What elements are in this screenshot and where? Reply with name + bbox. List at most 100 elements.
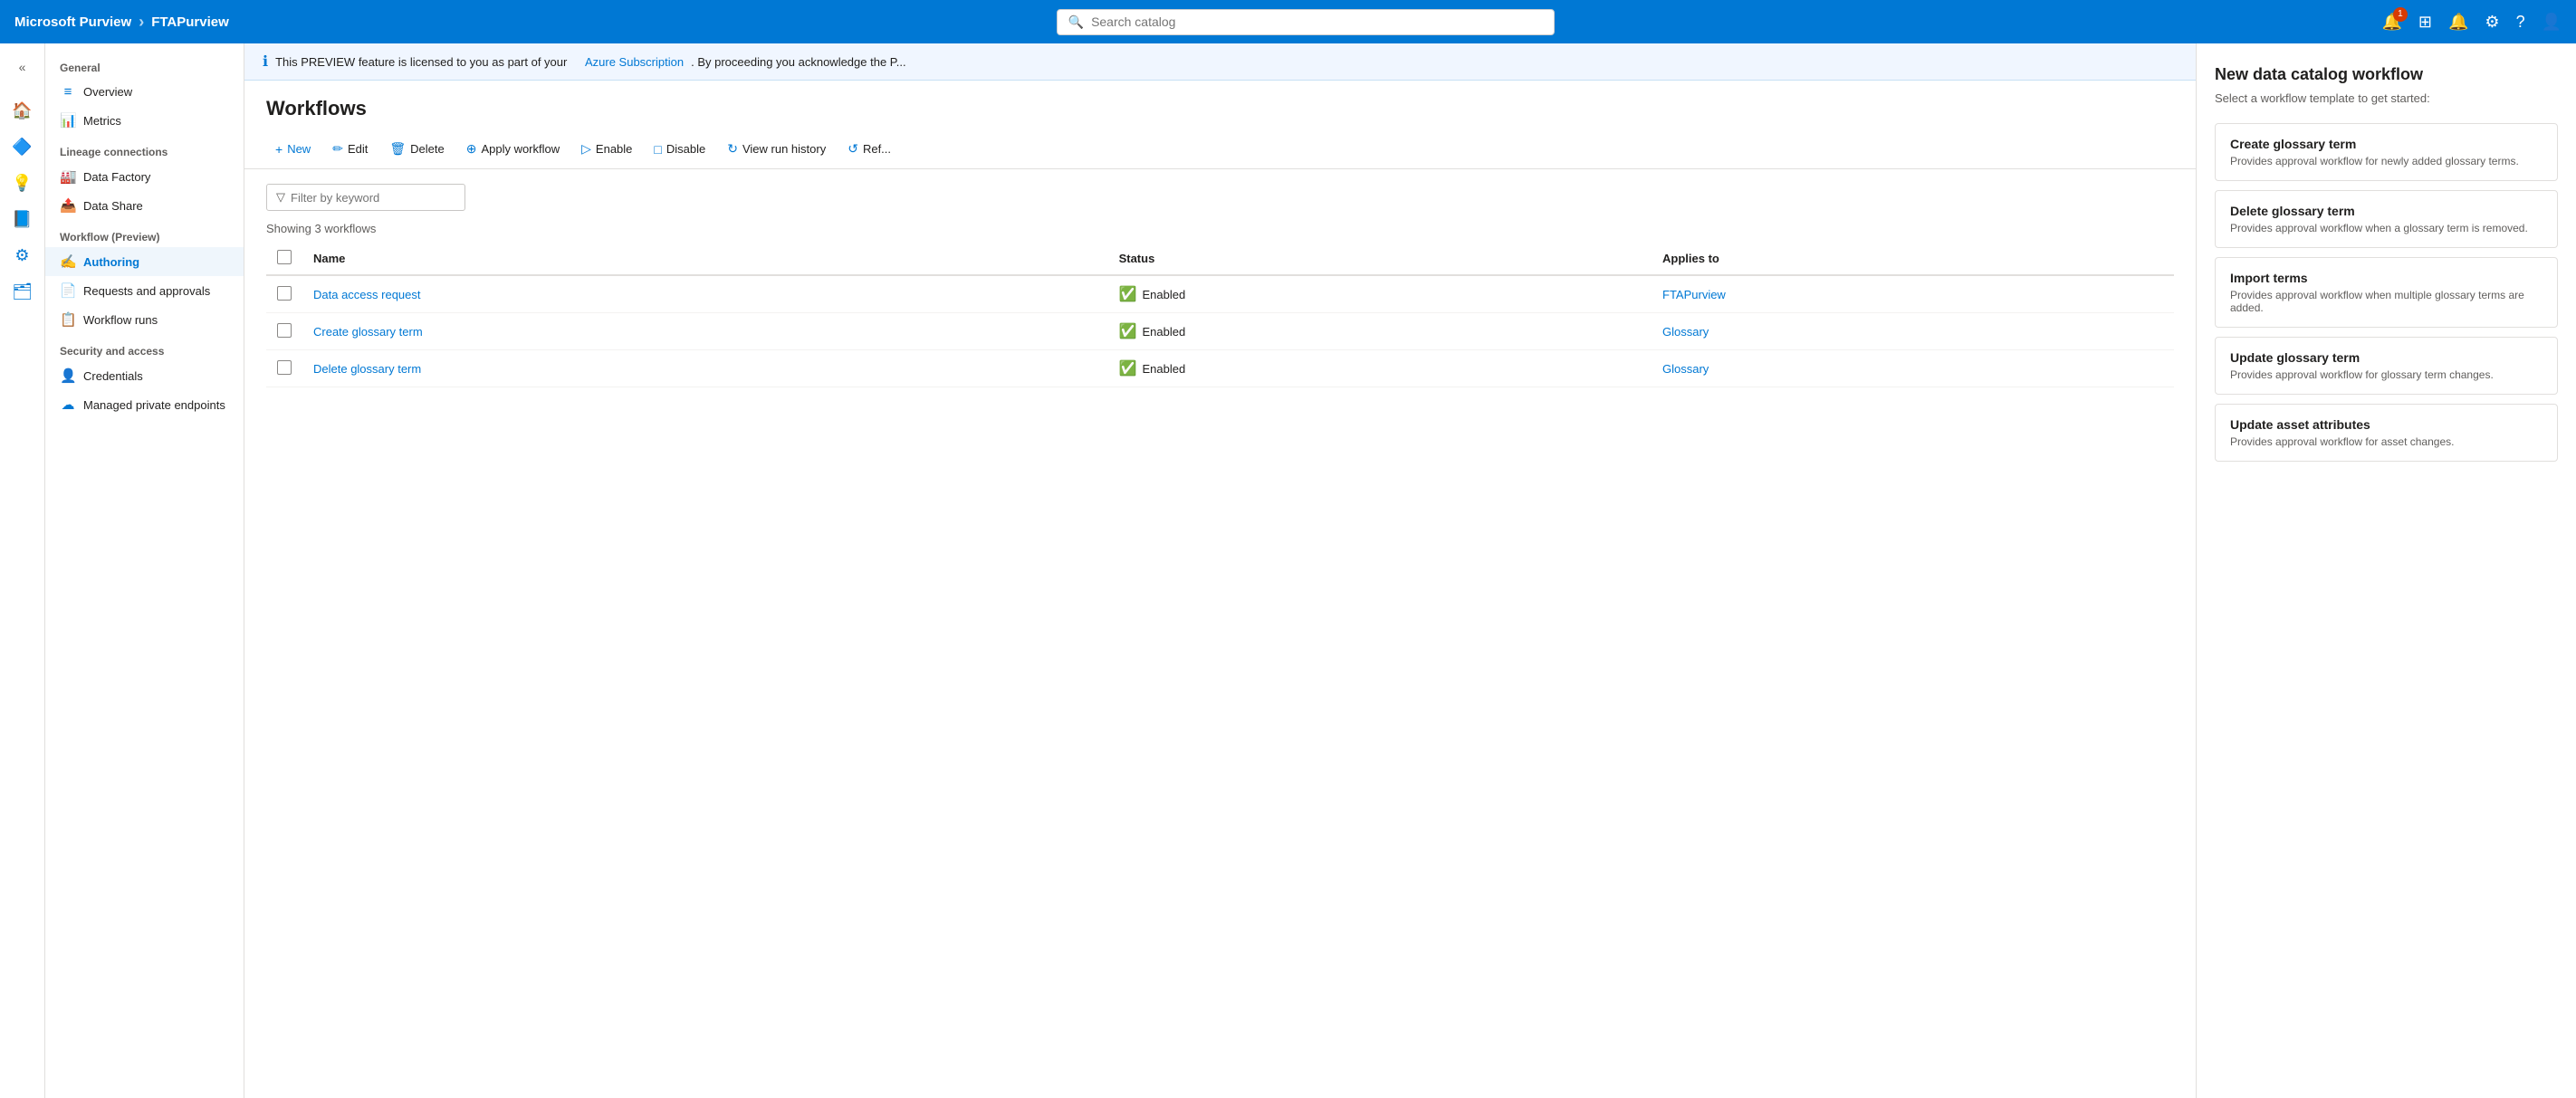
status-badge-1: ✅ Enabled [1119,285,1641,303]
row-checkbox-1[interactable] [277,286,292,301]
enable-button[interactable]: ▷ Enable [572,137,641,161]
applies-link-2[interactable]: Glossary [1662,325,1709,339]
template-card-1[interactable]: Delete glossary term Provides approval w… [2215,190,2558,248]
enable-label: Enable [596,142,632,156]
search-input[interactable] [1091,14,1543,29]
data-icon[interactable]: 🗂 [6,275,39,308]
sidebar-item-label: Requests and approvals [83,284,210,298]
filter-icon: ▽ [276,190,285,205]
sidebar-item-label: Workflow runs [83,313,158,327]
insights-icon[interactable]: 💡 [6,167,39,199]
metrics-icon: 📊 [60,112,76,129]
edit-icon: ✏ [332,141,343,157]
overview-icon: ≡ [60,84,76,100]
sidebar-section-general: General [45,51,244,78]
credentials-icon: 👤 [60,368,76,384]
sidebar-item-label: Authoring [83,255,139,269]
applies-link-3[interactable]: Glossary [1662,362,1709,376]
instance-name: FTAPurview [151,14,229,30]
authoring-icon: ✍ [60,253,76,270]
filter-input-box[interactable]: ▽ [266,184,465,211]
template-desc-3: Provides approval workflow for glossary … [2230,368,2542,381]
expand-rail-button[interactable]: « [6,51,39,83]
status-dot-1: ✅ [1119,285,1137,303]
sidebar-item-label: Data Factory [83,170,150,184]
sidebar-item-workflow-runs[interactable]: 📋 Workflow runs [45,305,244,334]
sidebar-item-label: Managed private endpoints [83,398,225,412]
sidebar-item-metrics[interactable]: 📊 Metrics [45,106,244,135]
nav-icons: 🔔 1 ⊞ 🔔 ⚙ ? 👤 [2381,13,2562,32]
disable-icon: □ [654,142,661,157]
disable-button[interactable]: □ Disable [645,138,714,161]
apply-workflow-button[interactable]: ⊕ Apply workflow [457,137,569,161]
main-content: ℹ This PREVIEW feature is licensed to yo… [244,43,2196,1098]
filter-input[interactable] [291,191,455,205]
template-desc-2: Provides approval workflow when multiple… [2230,289,2542,314]
delete-button[interactable]: 🗑 Delete [380,137,453,161]
notification-icon[interactable]: 🔔 1 [2381,13,2401,32]
brand: Microsoft Purview › FTAPurview [14,13,229,32]
sidebar-item-authoring[interactable]: ✍ Authoring [45,247,244,276]
search-area: 🔍 [236,9,2375,35]
refresh-button[interactable]: ↺ Ref... [838,137,900,161]
alert-icon[interactable]: 🔔 [2448,13,2468,32]
settings-icon[interactable]: ⚙ [2485,13,2499,32]
template-card-4[interactable]: Update asset attributes Provides approva… [2215,404,2558,462]
right-panel: New data catalog workflow Select a workf… [2196,43,2576,1098]
home-icon[interactable]: 🏠 [6,94,39,127]
view-run-history-button[interactable]: ↻ View run history [718,137,835,161]
workflow-link-3[interactable]: Delete glossary term [313,362,421,376]
brand-name: Microsoft Purview [14,14,131,30]
sidebar-item-data-factory[interactable]: 🏭 Data Factory [45,162,244,191]
edit-label: Edit [348,142,368,156]
template-desc-1: Provides approval workflow when a glossa… [2230,222,2542,234]
sidebar-item-requests[interactable]: 📄 Requests and approvals [45,276,244,305]
row-checkbox-2[interactable] [277,323,292,338]
table-area: ▽ Showing 3 workflows Name Status App [244,169,2196,402]
sidebar-item-credentials[interactable]: 👤 Credentials [45,361,244,390]
help-icon[interactable]: ? [2516,13,2525,32]
col-applies-to: Applies to [1652,243,2174,275]
row-checkbox-3[interactable] [277,360,292,375]
status-badge-3: ✅ Enabled [1119,359,1641,377]
delete-label: Delete [410,142,445,156]
view-run-label: View run history [742,142,826,156]
new-label: New [287,142,311,156]
sidebar-item-label: Overview [83,85,132,99]
workflow-icon[interactable]: ⚙ [6,239,39,272]
sidebar-item-managed-endpoints[interactable]: ☁ Managed private endpoints [45,390,244,419]
select-all-checkbox[interactable] [277,250,292,264]
template-title-0: Create glossary term [2230,137,2542,151]
sidebar-item-overview[interactable]: ≡ Overview [45,78,244,106]
template-card-0[interactable]: Create glossary term Provides approval w… [2215,123,2558,181]
new-button[interactable]: + New [266,138,320,161]
requests-icon: 📄 [60,282,76,299]
col-status: Status [1108,243,1652,275]
glossary-icon[interactable]: 📘 [6,203,39,235]
enable-icon: ▷ [581,141,591,157]
top-nav: Microsoft Purview › FTAPurview 🔍 🔔 1 ⊞ 🔔… [0,0,2576,43]
workflow-link-1[interactable]: Data access request [313,288,421,301]
template-card-3[interactable]: Update glossary term Provides approval w… [2215,337,2558,395]
search-box[interactable]: 🔍 [1057,9,1555,35]
toolbar: + New ✏ Edit 🗑 Delete ⊕ Apply workflow ▷ [244,129,2196,169]
brand-separator: › [139,13,144,32]
info-link[interactable]: Azure Subscription [585,55,684,69]
apps-icon[interactable]: ⊞ [2418,13,2432,32]
edit-button[interactable]: ✏ Edit [323,137,377,161]
catalog-icon[interactable]: 🔷 [6,130,39,163]
apply-label: Apply workflow [481,142,560,156]
applies-link-1[interactable]: FTAPurview [1662,288,1726,301]
workflow-runs-icon: 📋 [60,311,76,328]
col-name: Name [302,243,1108,275]
new-icon: + [275,142,282,157]
info-link-suffix: . By proceeding you acknowledge the P... [691,55,906,69]
template-card-2[interactable]: Import terms Provides approval workflow … [2215,257,2558,328]
sidebar-item-data-share[interactable]: 📤 Data Share [45,191,244,220]
sidebar-item-label: Credentials [83,369,143,383]
workflow-link-2[interactable]: Create glossary term [313,325,423,339]
user-icon[interactable]: 👤 [2542,13,2562,32]
status-dot-2: ✅ [1119,322,1137,340]
data-share-icon: 📤 [60,197,76,214]
sidebar-section-workflow: Workflow (Preview) [45,220,244,247]
